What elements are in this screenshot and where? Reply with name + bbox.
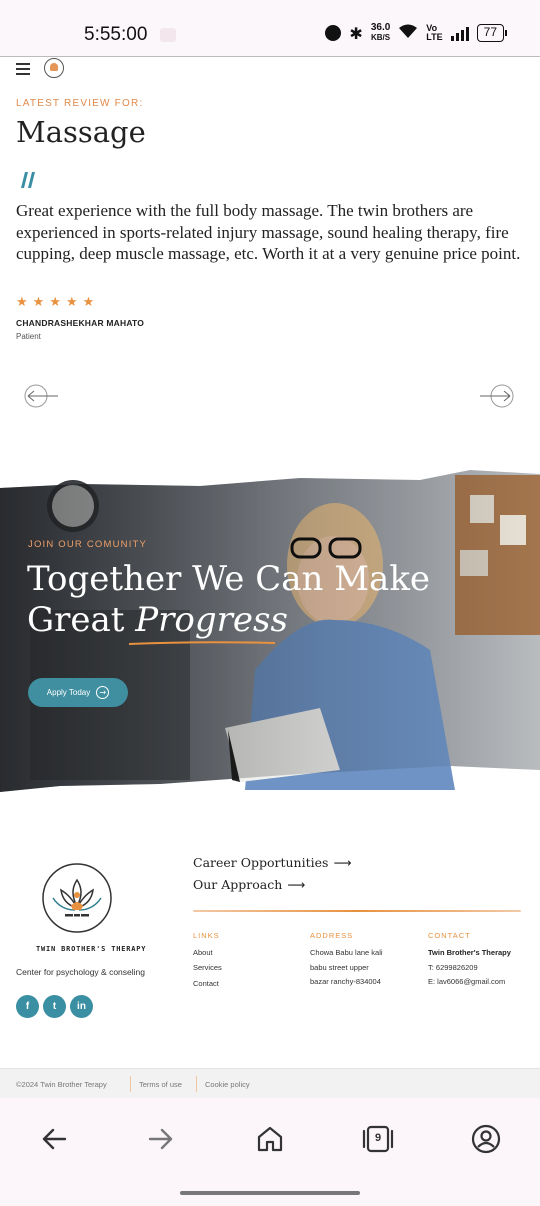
alarm-icon [325, 25, 342, 41]
community-hero: JOIN OUR COMUNITY Together We Can Make G… [0, 470, 540, 792]
hero-title-line1: Together We Can Make [27, 559, 431, 599]
links-heading: LINKS [193, 931, 220, 940]
net-speed: 36.0 KB/S [371, 23, 390, 43]
tab-count: 9 [374, 1132, 382, 1144]
facebook-icon[interactable]: f [16, 995, 39, 1018]
contact-heading: CONTACT [428, 931, 471, 940]
our-approach-label: Our Approach [193, 877, 283, 892]
status-icons: ✱ 36.0 KB/S Vo LTE 77 [325, 22, 508, 44]
career-opportunities-link[interactable]: Career Opportunities ⟶ [193, 855, 351, 870]
tabs-icon[interactable]: 9 [362, 1124, 394, 1154]
hero-title-line2-em: Progress [135, 600, 288, 640]
home-icon[interactable] [255, 1124, 285, 1154]
star-icon: ★ [32, 295, 45, 310]
recording-icon [160, 28, 176, 42]
footer-link-contact[interactable]: Contact [193, 979, 219, 988]
volte-bottom: LTE [426, 32, 443, 42]
lotus-logo-icon[interactable] [44, 58, 64, 78]
address-line: babu street upper [310, 963, 369, 972]
address-line: bazar ranchy-834004 [310, 977, 381, 986]
social-links: f t in [16, 995, 93, 1018]
hero-title-line2-plain: Great [27, 600, 136, 640]
volte-indicator: Vo LTE [426, 24, 442, 42]
wifi-icon [398, 23, 418, 43]
hamburger-icon[interactable] [16, 63, 30, 75]
brand-tagline: Center for psychology & conseling [16, 967, 145, 977]
address-line: Chowa Babu lane kali [310, 948, 383, 957]
copyright-text: ©2024 Twin Brother Terapy [16, 1080, 107, 1089]
signal-icon [450, 25, 469, 41]
star-icon: ★ [82, 295, 95, 310]
separator [196, 1076, 197, 1092]
our-approach-link[interactable]: Our Approach ⟶ [193, 877, 305, 892]
address-heading: ADDRESS [310, 931, 354, 940]
hero-title: Together We Can Make Great Progress [27, 559, 507, 641]
net-speed-unit: KB/S [371, 33, 391, 42]
terms-link[interactable]: Terms of use [139, 1080, 182, 1089]
contact-name: Twin Brother's Therapy [428, 948, 511, 957]
apply-today-label: Apply Today [46, 688, 91, 697]
star-icon: ★ [16, 295, 28, 310]
review-title: Massage [16, 115, 146, 149]
reviewer-role: Patient [16, 332, 41, 341]
star-icon: ★ [65, 295, 78, 310]
career-opportunities-label: Career Opportunities [193, 855, 329, 870]
account-icon[interactable] [471, 1124, 501, 1154]
browser-navigation-bar: 9 [0, 1098, 540, 1206]
footer-divider [193, 910, 521, 912]
reviewer-name: CHANDRASHEKHAR MAHATO [16, 318, 145, 328]
gesture-handle[interactable] [180, 1191, 360, 1195]
status-bar: 5:55:00 ✱ 36.0 KB/S Vo LTE 77 [0, 0, 540, 56]
linkedin-icon[interactable]: in [70, 995, 93, 1018]
arrow-right-icon: ⟶ [333, 855, 352, 870]
bluetooth-icon: ✱ [349, 23, 363, 43]
star-rating: ★ ★ ★ ★ ★ [16, 295, 94, 310]
hero-eyebrow: JOIN OUR COMUNITY [28, 539, 148, 550]
contact-phone[interactable]: T: 6299826209 [428, 963, 478, 972]
star-icon: ★ [49, 295, 61, 310]
twitter-icon[interactable]: t [43, 995, 66, 1018]
previous-review-button[interactable] [24, 381, 58, 411]
apply-today-button[interactable]: Apply Today → [28, 678, 128, 707]
separator [130, 1076, 131, 1092]
contact-email[interactable]: E: lav6066@gmail.com [428, 977, 505, 986]
footer-link-about[interactable]: About [193, 948, 213, 957]
title-underline [128, 641, 276, 645]
quote-icon [21, 172, 35, 188]
lotus-logo-icon [42, 863, 112, 933]
status-time: 5:55:00 [84, 24, 148, 45]
cookie-policy-link[interactable]: Cookie policy [205, 1080, 250, 1089]
arrow-right-icon: ⟶ [287, 877, 306, 892]
battery-icon: 77 [476, 24, 508, 42]
site-header [0, 56, 540, 82]
forward-arrow-icon[interactable] [146, 1124, 176, 1154]
footer-link-services[interactable]: Services [193, 963, 222, 972]
next-review-button[interactable] [480, 381, 514, 411]
net-speed-value: 36.0 [370, 22, 391, 33]
review-text: Great experience with the full body mass… [16, 201, 521, 263]
back-arrow-icon[interactable] [39, 1124, 69, 1154]
review-eyebrow: LATEST REVIEW FOR: [16, 98, 144, 109]
brand-name: TWIN BROTHER'S THERAPY [36, 945, 147, 953]
copyright-bar: ©2024 Twin Brother Terapy Terms of use C… [0, 1068, 540, 1098]
arrow-right-icon: → [96, 686, 110, 699]
